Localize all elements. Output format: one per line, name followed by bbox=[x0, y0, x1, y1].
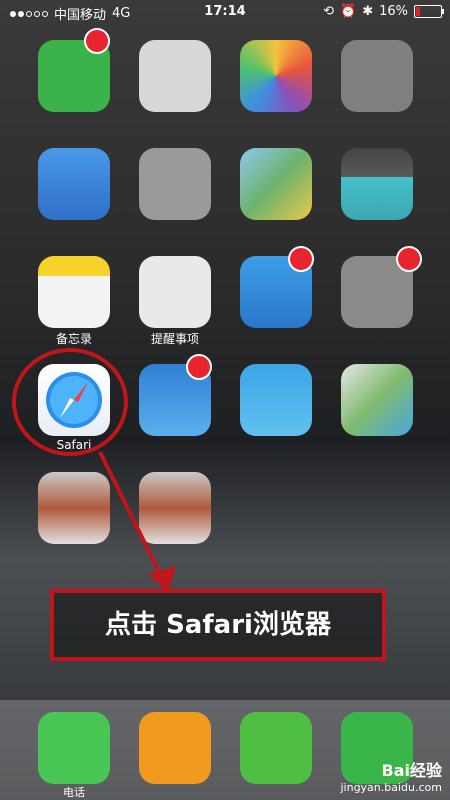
dock-icon-messages[interactable] bbox=[240, 712, 312, 784]
watermark-brand: Bai经验 bbox=[381, 761, 442, 780]
instruction-callout: 点击 Safari浏览器 bbox=[50, 589, 386, 661]
watermark-url: jingyan.baidu.com bbox=[340, 781, 442, 794]
instruction-text: 点击 Safari浏览器 bbox=[105, 610, 331, 640]
dock-icon-phone[interactable] bbox=[38, 712, 110, 784]
pointer-arrow-icon bbox=[98, 451, 176, 592]
dock-label-phone: 电话 bbox=[63, 786, 85, 799]
dock-icon-app[interactable] bbox=[139, 712, 211, 784]
watermark: Bai经验 jingyan.baidu.com bbox=[340, 757, 442, 794]
